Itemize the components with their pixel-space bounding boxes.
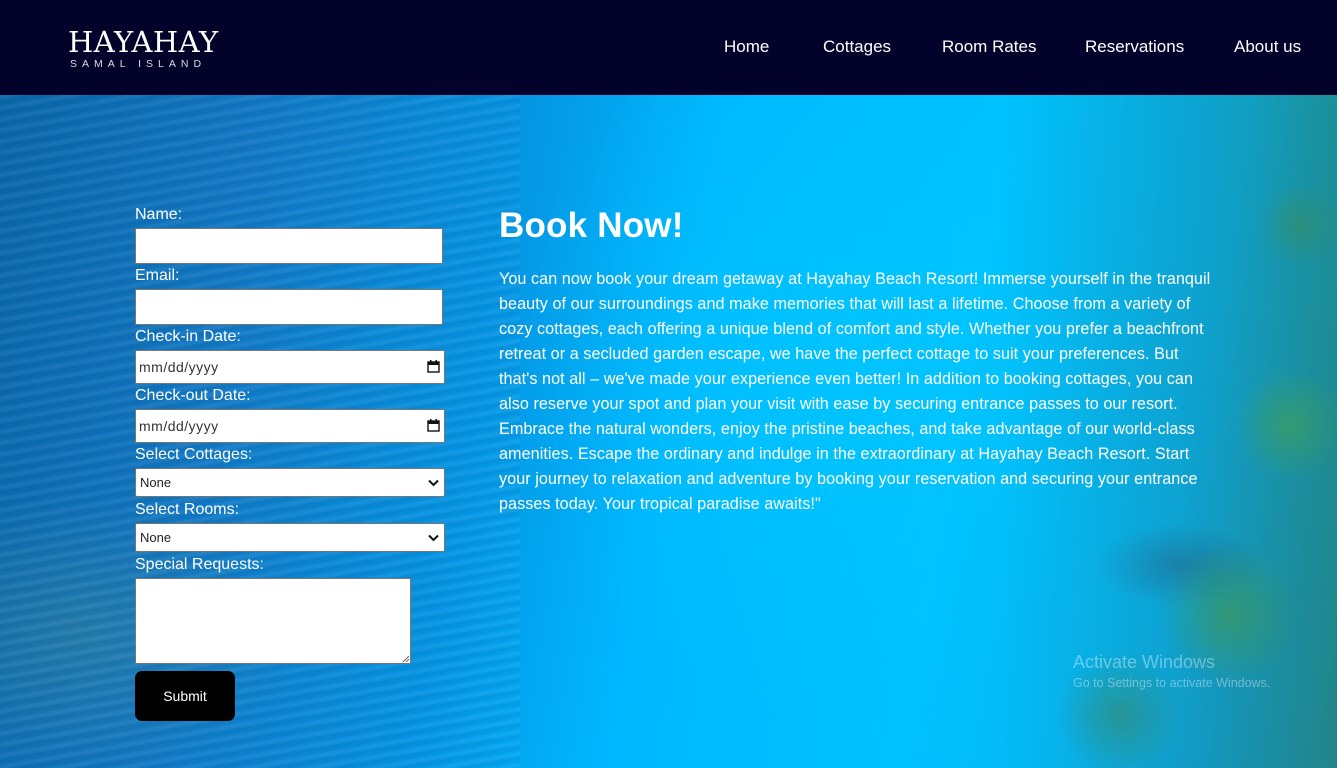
checkout-date-value: mm/dd/yyyy (139, 418, 219, 434)
checkout-label: Check-out Date: (135, 387, 251, 404)
name-label: Name: (135, 206, 183, 223)
checkin-date-value: mm/dd/yyyy (139, 359, 219, 375)
nav-about-us[interactable]: About us (1234, 37, 1301, 57)
book-now-section: Book Now! You can now book your dream ge… (499, 203, 1219, 517)
checkin-date-input[interactable]: mm/dd/yyyy (135, 350, 445, 384)
nav-home[interactable]: Home (724, 37, 769, 57)
calendar-icon[interactable] (427, 360, 440, 373)
calendar-icon[interactable] (427, 419, 440, 432)
rooms-select[interactable]: None (135, 523, 445, 552)
rooms-label: Select Rooms: (135, 501, 240, 518)
cottages-select-value: None (140, 475, 172, 490)
submit-button[interactable]: Submit (135, 671, 235, 721)
checkout-date-input[interactable]: mm/dd/yyyy (135, 409, 445, 443)
nav-room-rates[interactable]: Room Rates (942, 37, 1036, 57)
hero-section: Name: Email: Check-in Date: mm/dd/yyyy C… (0, 95, 1337, 768)
special-requests-textarea[interactable] (135, 578, 411, 664)
watermark-title: Activate Windows (1073, 652, 1216, 672)
cottages-label: Select Cottages: (135, 446, 253, 463)
name-input[interactable] (135, 228, 443, 264)
navbar: HAYAHAY SAMAL ISLAND Home Cottages Room … (0, 0, 1337, 95)
chevron-down-icon (428, 534, 439, 542)
checkin-label: Check-in Date: (135, 328, 241, 345)
email-label: Email: (135, 267, 180, 284)
special-requests-label: Special Requests: (135, 556, 264, 573)
brand-name: HAYAHAY (68, 25, 219, 59)
resize-handle-icon[interactable] (402, 655, 410, 663)
nav-reservations[interactable]: Reservations (1085, 37, 1184, 57)
watermark-subtitle: Go to Settings to activate Windows. (1073, 676, 1271, 690)
page-title: Book Now! (499, 206, 684, 245)
description-text: You can now book your dream getaway at H… (499, 270, 1211, 513)
chevron-down-icon (428, 479, 439, 487)
rooms-select-value: None (140, 530, 172, 545)
activate-windows-watermark: Activate Windows Go to Settings to activ… (1073, 651, 1270, 690)
email-input[interactable] (135, 289, 443, 325)
cottages-select[interactable]: None (135, 468, 445, 497)
brand-logo[interactable]: HAYAHAY SAMAL ISLAND (68, 27, 219, 70)
nav-cottages[interactable]: Cottages (823, 37, 891, 57)
brand-tagline: SAMAL ISLAND (70, 58, 207, 70)
